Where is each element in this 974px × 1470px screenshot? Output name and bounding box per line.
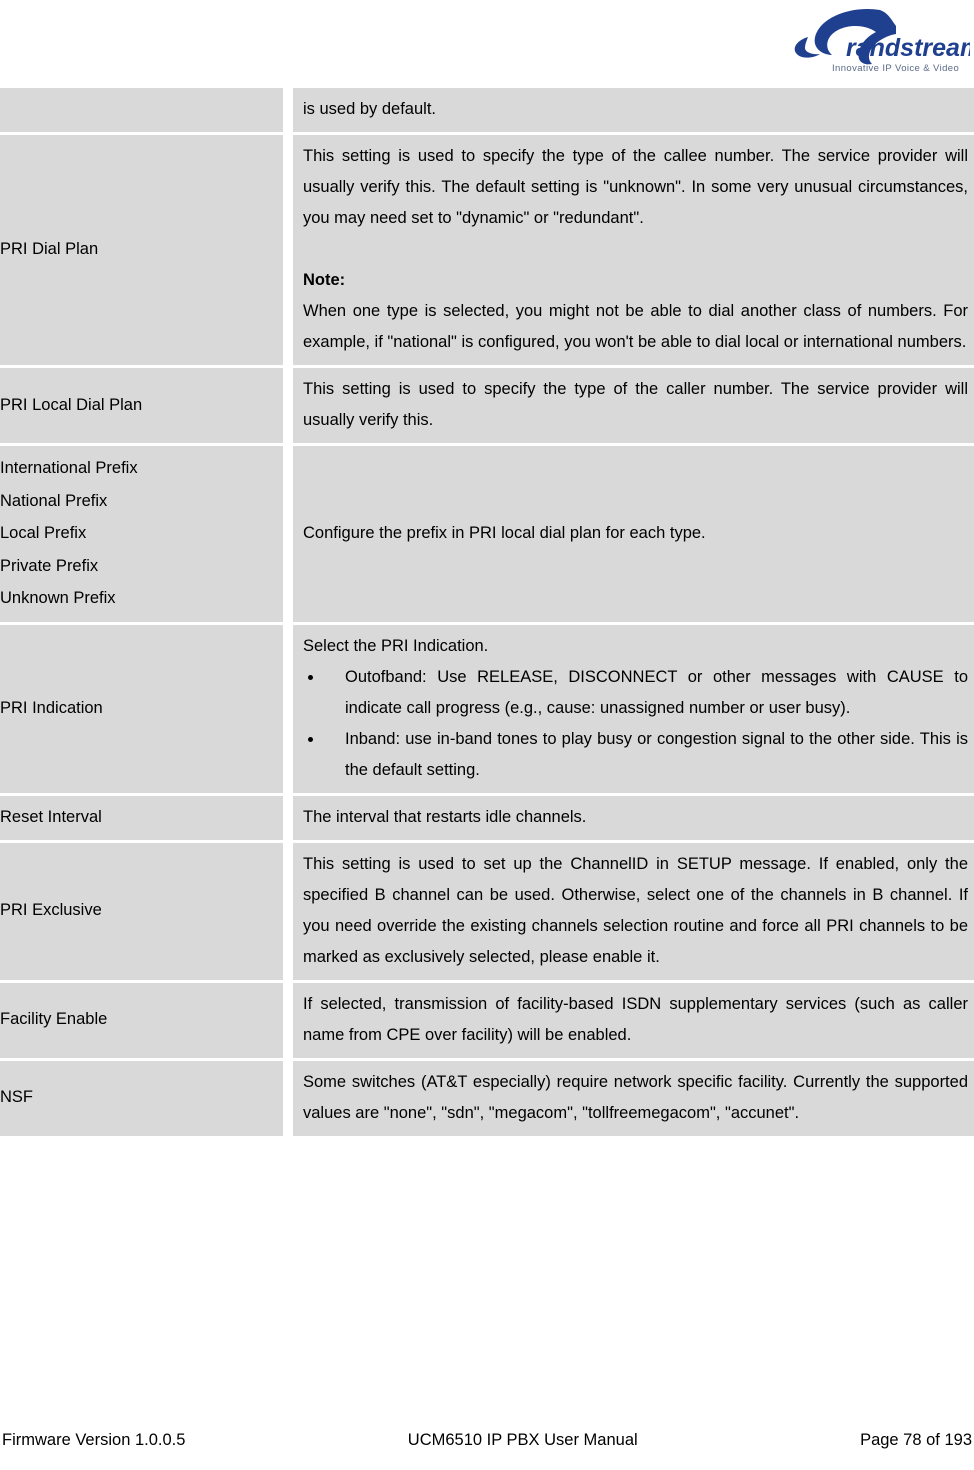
spacer-line (303, 234, 968, 265)
description-text: The interval that restarts idle channels… (303, 807, 587, 826)
logo-tagline: Innovative IP Voice & Video (832, 63, 959, 74)
page-footer: Firmware Version 1.0.0.5 UCM6510 IP PBX … (0, 1431, 974, 1450)
description-text: This setting is used to specify the type… (303, 380, 968, 429)
bullet-icon (308, 674, 313, 680)
indication-bullet-list: Outofband: Use RELEASE, DISCONNECT or ot… (303, 662, 968, 786)
logo-wordmark: randstream (846, 34, 970, 62)
row-label-cell: PRI Indication (0, 621, 293, 793)
list-item: Private Prefix (0, 556, 99, 575)
description-text: If selected, transmission of facility-ba… (303, 994, 968, 1044)
list-item: Inband: use in-band tones to play busy o… (303, 724, 968, 786)
row-label-cell: PRI Dial Plan (0, 132, 293, 365)
table-row: Reset Interval The interval that restart… (0, 792, 974, 840)
row-label-cell: Facility Enable (0, 979, 293, 1058)
row-label: PRI Local Dial Plan (0, 395, 143, 414)
description-text: Some switches (AT&T especially) require … (303, 1072, 968, 1122)
row-description-cell: Configure the prefix in PRI local dial p… (293, 443, 974, 622)
table-row: PRI Exclusive This setting is used to se… (0, 839, 974, 980)
table-row: PRI Local Dial Plan This setting is used… (0, 365, 974, 443)
row-label: NSF (0, 1088, 33, 1106)
bullet-text: Outofband: Use RELEASE, DISCONNECT or ot… (345, 667, 968, 717)
pri-settings-table: is used by default. PRI Dial Plan This s… (0, 88, 974, 1136)
grandstream-logo: randstream Innovative IP Voice & Video (784, 4, 970, 76)
row-description-cell: This setting is used to specify the type… (293, 365, 974, 443)
description-text: This setting is used to specify the type… (303, 147, 968, 227)
row-label: PRI Exclusive (0, 901, 102, 919)
list-item: Local Prefix (0, 524, 87, 542)
row-description-cell: This setting is used to set up the Chann… (293, 839, 974, 980)
bullet-text: Inband: use in-band tones to play busy o… (345, 729, 968, 779)
row-label: Facility Enable (0, 1010, 108, 1028)
footer-page-number: Page 78 of 193 (860, 1431, 972, 1449)
description-text: This setting is used to set up the Chann… (303, 854, 968, 966)
row-label-cell: NSF (0, 1057, 293, 1136)
prefix-label-list: International Prefix National Prefix Loc… (0, 452, 277, 615)
row-label-cell: International Prefix National Prefix Loc… (0, 443, 293, 622)
row-label-cell: Reset Interval (0, 792, 293, 840)
description-text: Select the PRI Indication. (303, 636, 489, 655)
row-label-cell (0, 88, 293, 132)
row-description-cell: Some switches (AT&T especially) require … (293, 1057, 974, 1136)
row-description-cell: If selected, transmission of facility-ba… (293, 979, 974, 1058)
row-label: PRI Indication (0, 698, 103, 717)
list-item: Unknown Prefix (0, 589, 116, 607)
row-label-cell: PRI Local Dial Plan (0, 365, 293, 443)
row-label: Reset Interval (0, 807, 102, 826)
row-description-cell: This setting is used to specify the type… (293, 132, 974, 365)
row-description-cell: is used by default. (293, 88, 974, 132)
row-label-cell: PRI Exclusive (0, 839, 293, 980)
table-row: is used by default. (0, 88, 974, 132)
note-text: When one type is selected, you might not… (303, 302, 968, 351)
description-text: is used by default. (303, 100, 436, 118)
description-text: Configure the prefix in PRI local dial p… (303, 523, 706, 542)
page-header: randstream Innovative IP Voice & Video (0, 0, 974, 88)
note-heading: Note: (303, 271, 346, 289)
row-description-cell: The interval that restarts idle channels… (293, 792, 974, 840)
table-row: International Prefix National Prefix Loc… (0, 443, 974, 622)
footer-document-title: UCM6510 IP PBX User Manual (407, 1431, 638, 1449)
row-description-cell: Select the PRI Indication. Outofband: Us… (293, 621, 974, 793)
table-row: PRI Dial Plan This setting is used to sp… (0, 132, 974, 365)
bullet-icon (308, 736, 313, 742)
table-row: NSF Some switches (AT&T especially) requ… (0, 1057, 974, 1136)
table-row: Facility Enable If selected, transmissio… (0, 979, 974, 1058)
row-label: PRI Dial Plan (0, 240, 99, 258)
list-item: National Prefix (0, 491, 108, 510)
list-item: Outofband: Use RELEASE, DISCONNECT or ot… (303, 662, 968, 724)
list-item: International Prefix (0, 459, 138, 477)
table-row: PRI Indication Select the PRI Indication… (0, 621, 974, 793)
footer-firmware-version: Firmware Version 1.0.0.5 (2, 1431, 186, 1449)
